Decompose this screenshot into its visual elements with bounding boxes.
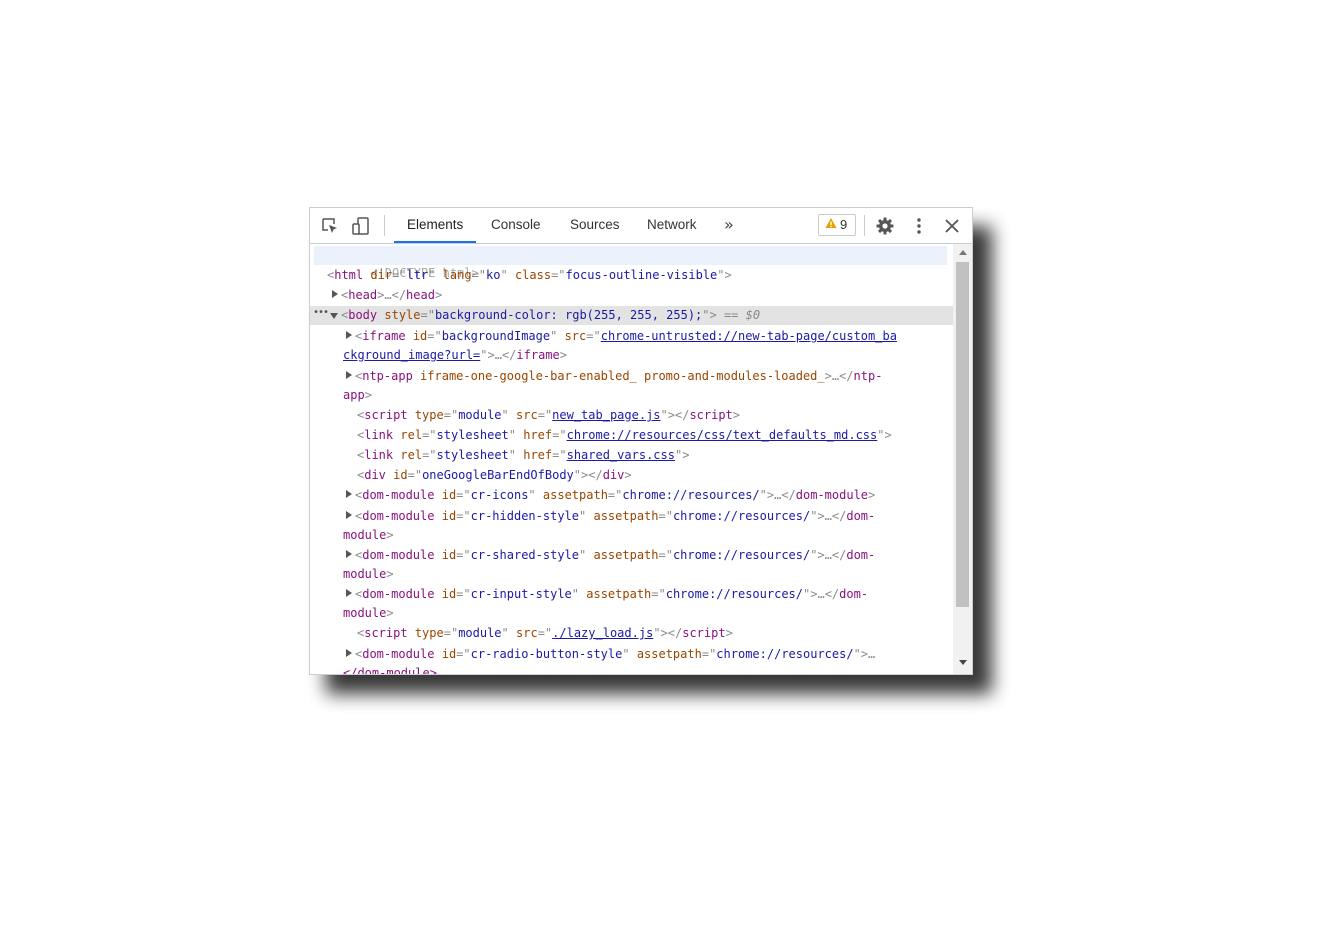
iframe-src-link-cont[interactable]: ckground_image?url= bbox=[343, 348, 480, 362]
dom-line-link[interactable]: <link rel="stylesheet" href="chrome://re… bbox=[357, 426, 892, 444]
dom-line-dom-module[interactable]: <dom-module id="cr-input-style" assetpat… bbox=[355, 585, 868, 603]
devtools-window: Elements Console Sources Network » 9 •••… bbox=[309, 207, 973, 675]
scrollbar-thumb[interactable] bbox=[956, 262, 969, 607]
expand-arrow-icon[interactable] bbox=[346, 331, 352, 339]
warning-count: 9 bbox=[840, 217, 848, 232]
inspect-element-icon[interactable] bbox=[320, 216, 340, 236]
tab-sources[interactable]: Sources bbox=[570, 208, 620, 241]
tab-network[interactable]: Network bbox=[647, 208, 697, 241]
expand-arrow-icon[interactable] bbox=[346, 550, 352, 558]
expand-arrow-icon[interactable] bbox=[346, 511, 352, 519]
close-icon[interactable] bbox=[942, 216, 962, 236]
dom-tree: ••• <!DOCTYPE html> <html dir="ltr" lang… bbox=[310, 244, 953, 674]
expand-arrow-icon[interactable] bbox=[346, 490, 352, 498]
dom-line-html[interactable]: <html dir="ltr" lang="ko" class="focus-o… bbox=[327, 266, 732, 284]
dom-line-dom-module[interactable]: <dom-module id="cr-radio-button-style" a… bbox=[355, 645, 875, 663]
dom-line-dom-module-cont[interactable]: module> bbox=[343, 604, 394, 622]
expand-arrow-icon[interactable] bbox=[346, 649, 352, 657]
dom-line-ntp-app[interactable]: <ntp-app iframe-one-google-bar-enabled_ … bbox=[355, 367, 882, 385]
kebab-menu-icon[interactable] bbox=[909, 216, 929, 236]
dom-line-dom-module-cont[interactable]: module> bbox=[343, 565, 394, 583]
dom-line-body[interactable]: <body style="background-color: rgb(255, … bbox=[341, 306, 760, 324]
dom-line-dom-module[interactable]: <dom-module id="cr-icons" assetpath="chr… bbox=[355, 486, 875, 504]
device-toolbar-icon[interactable] bbox=[351, 216, 371, 236]
vertical-scrollbar[interactable] bbox=[953, 244, 972, 674]
dom-line-div[interactable]: <div id="oneGoogleBarEndOfBody"></div> bbox=[357, 466, 632, 484]
devtools-toolbar: Elements Console Sources Network » 9 bbox=[310, 208, 972, 244]
warnings-badge[interactable]: 9 bbox=[818, 214, 856, 236]
dom-line-dom-module-cont[interactable]: module> bbox=[343, 526, 394, 544]
dom-line-dom-module[interactable]: <dom-module id="cr-shared-style" assetpa… bbox=[355, 546, 875, 564]
warning-icon bbox=[825, 218, 837, 228]
expand-arrow-icon[interactable] bbox=[346, 371, 352, 379]
toolbar-divider bbox=[864, 215, 865, 236]
tab-elements[interactable]: Elements bbox=[394, 208, 477, 243]
toolbar-divider bbox=[384, 215, 385, 236]
dom-line-doctype[interactable]: <!DOCTYPE html> bbox=[327, 246, 478, 280]
scroll-up-icon[interactable] bbox=[959, 250, 967, 255]
dom-line-ntp-app-cont[interactable]: app> bbox=[343, 386, 372, 404]
gear-icon[interactable] bbox=[875, 216, 895, 236]
dom-line-link[interactable]: <link rel="stylesheet" href="shared_vars… bbox=[357, 446, 689, 464]
tab-console[interactable]: Console bbox=[491, 208, 541, 241]
more-tabs-icon[interactable]: » bbox=[724, 208, 734, 241]
stylesheet-link[interactable]: shared_vars.css bbox=[567, 448, 675, 462]
scroll-down-icon[interactable] bbox=[959, 660, 967, 665]
dom-line-head[interactable]: <head>…</head> bbox=[341, 286, 442, 304]
dom-line-dom-module[interactable]: <dom-module id="cr-hidden-style" assetpa… bbox=[355, 507, 875, 525]
dom-line-iframe[interactable]: <iframe id="backgroundImage" src="chrome… bbox=[355, 327, 897, 345]
node-actions-icon[interactable]: ••• bbox=[313, 307, 329, 318]
script-src-link[interactable]: ./lazy_load.js bbox=[552, 626, 653, 640]
collapse-arrow-icon[interactable] bbox=[330, 313, 338, 319]
script-src-link[interactable]: new_tab_page.js bbox=[552, 408, 660, 422]
dom-line-script[interactable]: <script type="module" src="./lazy_load.j… bbox=[357, 624, 733, 642]
dom-line-script[interactable]: <script type="module" src="new_tab_page.… bbox=[357, 406, 740, 424]
expand-arrow-icon[interactable] bbox=[332, 290, 338, 298]
expand-arrow-icon[interactable] bbox=[346, 589, 352, 597]
dom-line-dom-module-cont[interactable]: </dom-module> bbox=[343, 664, 437, 674]
iframe-src-link[interactable]: chrome-untrusted://new-tab-page/custom_b… bbox=[601, 329, 897, 343]
dom-line-iframe-cont[interactable]: ckground_image?url=">…</iframe> bbox=[343, 346, 567, 364]
stylesheet-link[interactable]: chrome://resources/css/text_defaults_md.… bbox=[567, 428, 878, 442]
